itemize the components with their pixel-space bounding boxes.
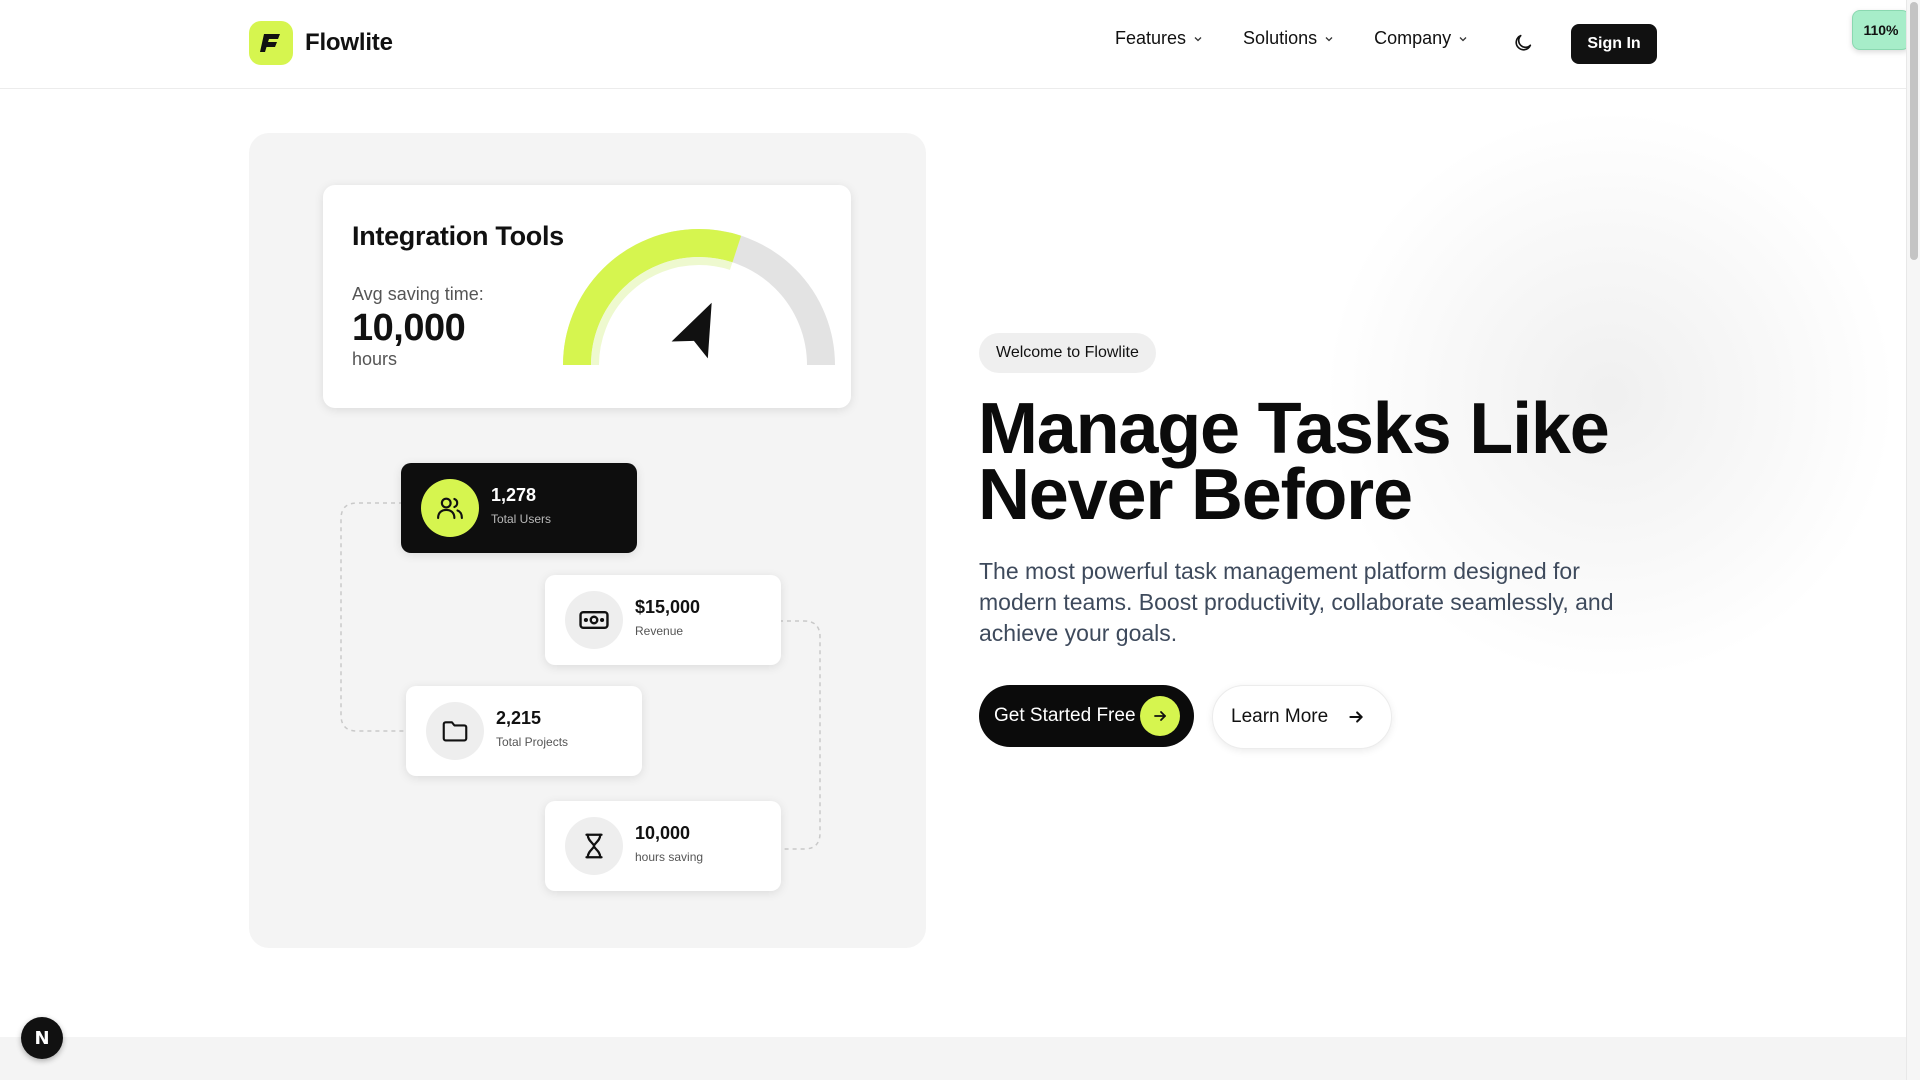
menu-solutions-label: Solutions xyxy=(1243,28,1318,48)
welcome-badge: Welcome to Flowlite xyxy=(979,333,1156,373)
hourglass-icon xyxy=(565,817,623,875)
sign-in-button[interactable]: Sign In xyxy=(1571,24,1657,64)
integration-title: Integration Tools xyxy=(352,221,564,251)
stat-label: hours saving xyxy=(635,850,704,864)
banknote-icon xyxy=(565,591,623,649)
stat-value: 1,278 xyxy=(491,485,537,505)
stat-value: $15,000 xyxy=(635,597,701,617)
stat-card-revenue: $15,000 Revenue xyxy=(545,575,781,665)
arrow-right-icon xyxy=(1140,696,1180,736)
stat-card-hours-saving: 10,000 hours saving xyxy=(545,801,781,891)
navigation-arrow-icon xyxy=(671,302,712,359)
stat-value: 10,000 xyxy=(635,823,691,843)
stat-label: Total Projects xyxy=(496,735,569,749)
menu-company[interactable]: Company xyxy=(1374,28,1468,49)
integration-unit: hours xyxy=(352,349,398,369)
chevron-down-icon xyxy=(1194,36,1202,41)
brand-logo[interactable]: Flowlite xyxy=(249,21,393,65)
page-scrollbar[interactable] xyxy=(1906,0,1920,1080)
stat-card-total-projects: 2,215 Total Projects xyxy=(406,686,642,776)
arrow-right-icon xyxy=(1349,711,1363,723)
menu-company-label: Company xyxy=(1374,28,1452,48)
folder-icon xyxy=(426,702,484,760)
integration-tools-card: Integration Tools Avg saving time: 10,00… xyxy=(323,185,851,408)
integration-value: 10,000 xyxy=(352,307,466,349)
top-navbar: Flowlite Features Solutions Company Sign… xyxy=(0,0,1906,89)
saving-time-gauge xyxy=(563,229,835,366)
flowlite-logo-icon xyxy=(249,21,293,65)
chevron-down-icon xyxy=(1459,36,1467,41)
stat-card-total-users: 1,278 Total Users xyxy=(401,463,637,553)
next-section-band xyxy=(0,1037,1906,1080)
learn-more-label: Learn More xyxy=(1231,706,1329,727)
menu-features[interactable]: Features xyxy=(1115,28,1203,49)
nextjs-dev-badge[interactable]: N xyxy=(21,1017,63,1059)
stat-label: Revenue xyxy=(635,624,684,638)
stat-label: Total Users xyxy=(491,512,552,526)
main-menu: Features Solutions Company xyxy=(1115,28,1508,49)
users-icon xyxy=(421,479,479,537)
brand-name: Flowlite xyxy=(305,29,393,56)
hero-subtext: The most powerful task management platfo… xyxy=(979,558,1614,646)
zoom-level-badge[interactable]: 110% xyxy=(1852,10,1910,50)
scrollbar-thumb[interactable] xyxy=(1910,2,1918,260)
moon-icon[interactable] xyxy=(1512,32,1534,54)
get-started-label: Get Started Free xyxy=(994,705,1136,726)
learn-more-button[interactable]: Learn More xyxy=(1212,685,1392,749)
stat-value: 2,215 xyxy=(496,708,542,728)
chevron-down-icon xyxy=(1325,36,1333,41)
get-started-button[interactable]: Get Started Free xyxy=(979,685,1194,747)
hero-headline: Manage Tasks Like Never Before xyxy=(978,389,1610,535)
dashboard-preview-panel: Integration Tools Avg saving time: 10,00… xyxy=(249,133,926,948)
menu-solutions[interactable]: Solutions xyxy=(1243,28,1334,49)
menu-features-label: Features xyxy=(1115,28,1187,48)
integration-subtitle: Avg saving time: xyxy=(352,284,484,304)
